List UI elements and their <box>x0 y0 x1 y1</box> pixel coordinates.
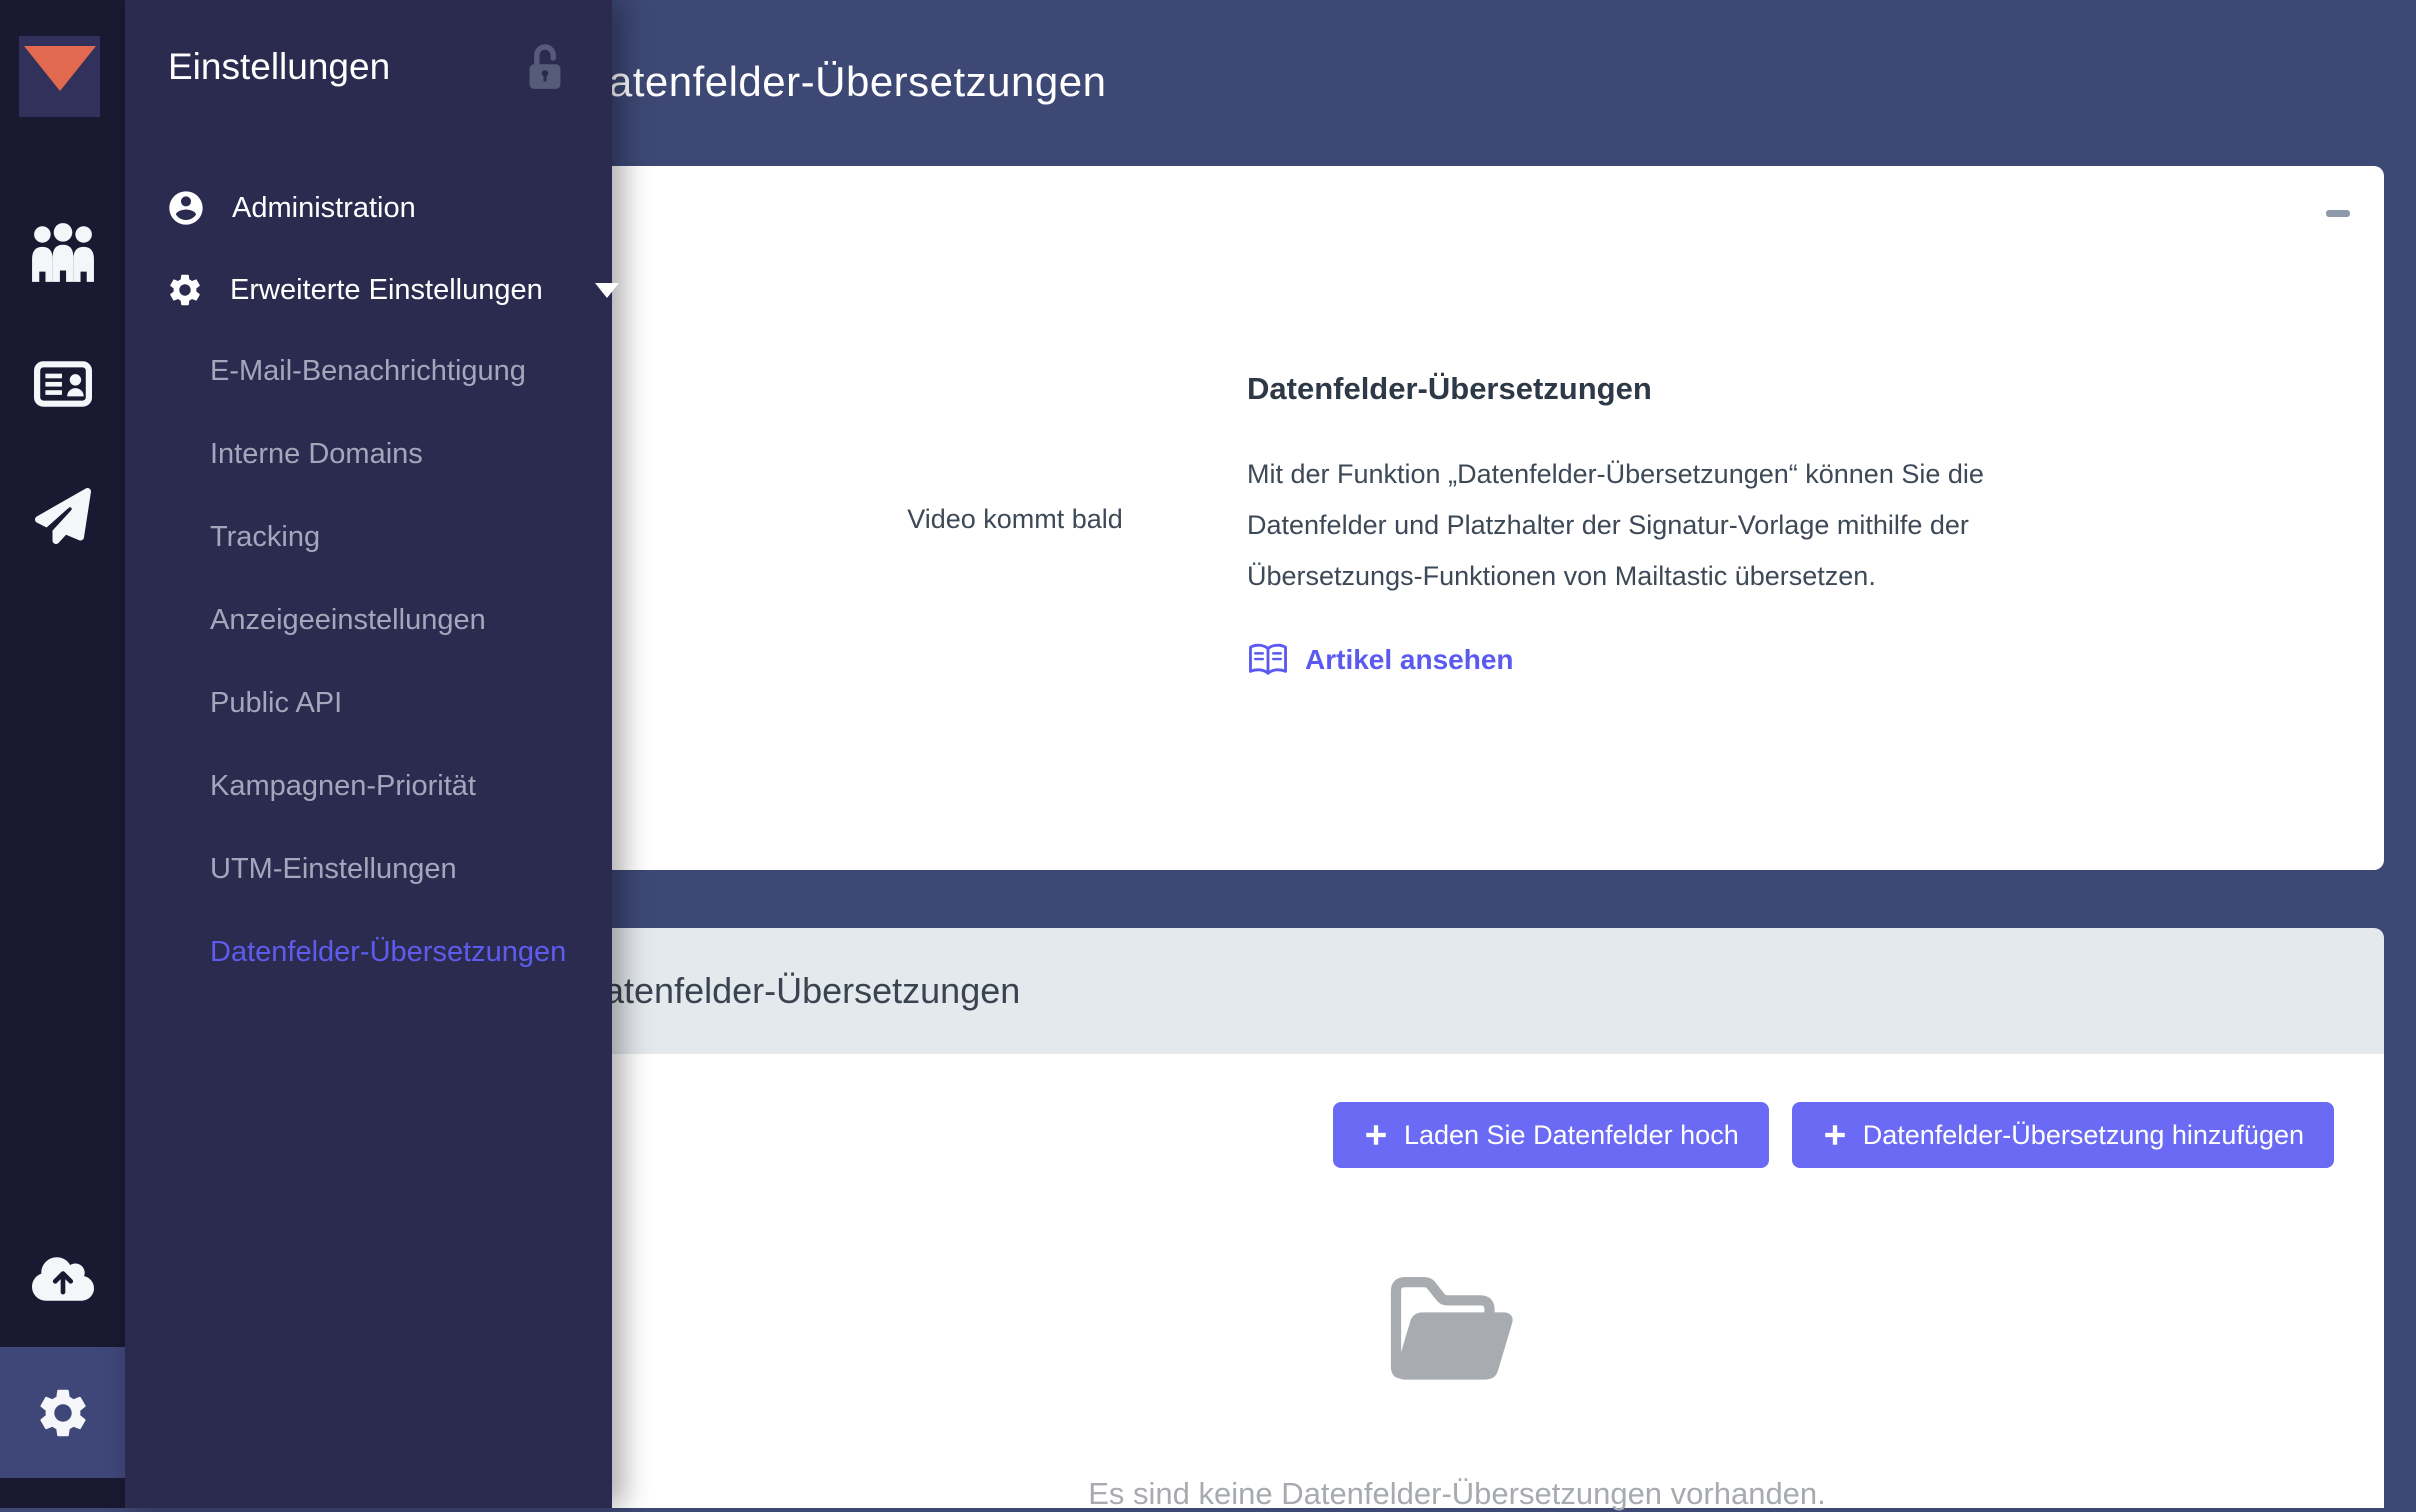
submenu-item-datenfelder-uebersetzungen[interactable]: Datenfelder-Übersetzungen <box>210 911 566 994</box>
chevron-down-icon <box>594 282 619 298</box>
gear-icon <box>34 1384 92 1442</box>
article-link[interactable]: Artikel ansehen <box>1247 642 1514 678</box>
menu-item-advanced-settings[interactable]: Erweiterte Einstellungen <box>166 262 619 318</box>
sidebar-item-upload[interactable] <box>0 1254 125 1304</box>
info-description: Mit der Funktion „Datenfelder-Übersetzun… <box>1247 459 1984 591</box>
info-column: Datenfelder-Übersetzungen Mit der Funkti… <box>1247 371 2127 683</box>
menu-item-label: Erweiterte Einstellungen <box>230 273 543 306</box>
account-circle-icon <box>166 188 206 228</box>
collapse-card-button[interactable] <box>2326 210 2350 217</box>
sidebar-item-campaigns[interactable] <box>0 486 125 546</box>
logo-triangle-icon <box>23 46 96 91</box>
settings-panel: Einstellungen Administration Erweiterte … <box>125 0 619 1508</box>
submenu-item-interne-domains[interactable]: Interne Domains <box>210 413 566 496</box>
submenu-item-tracking[interactable]: Tracking <box>210 496 566 579</box>
sidebar-item-contacts[interactable] <box>0 356 125 412</box>
add-translation-button[interactable]: Datenfelder-Übersetzung hinzufügen <box>1791 1102 2334 1168</box>
paper-plane-icon <box>34 488 91 544</box>
book-open-icon <box>1247 642 1289 678</box>
menu-item-administration[interactable]: Administration <box>166 180 416 236</box>
empty-folder-icon <box>1385 1273 1522 1387</box>
section-title: Datenfelder-Übersetzungen <box>578 970 1021 1011</box>
upload-datafields-button[interactable]: Laden Sie Datenfelder hoch <box>1332 1102 1769 1168</box>
cloud-upload-icon <box>31 1254 94 1304</box>
upload-button-label: Laden Sie Datenfelder hoch <box>1403 1119 1739 1150</box>
gear-small-icon <box>166 271 204 309</box>
sidebar-item-settings-active[interactable] <box>0 1347 125 1478</box>
info-heading: Datenfelder-Übersetzungen <box>1247 371 1652 406</box>
plus-icon <box>1363 1122 1389 1148</box>
advanced-settings-submenu: E-Mail-Benachrichtigung Interne Domains … <box>210 330 566 994</box>
article-link-label: Artikel ansehen <box>1305 644 1514 675</box>
users-group-icon <box>30 223 96 283</box>
menu-item-label: Administration <box>232 191 416 224</box>
submenu-item-utm-einstellungen[interactable]: UTM-Einstellungen <box>210 828 566 911</box>
submenu-item-public-api[interactable]: Public API <box>210 662 566 745</box>
page-title: Datenfelder-Übersetzungen <box>578 58 1107 105</box>
contact-card-icon <box>33 361 92 407</box>
plus-icon <box>1822 1122 1848 1148</box>
section-actions: Laden Sie Datenfelder hoch Datenfelder-Ü… <box>1332 1102 2334 1168</box>
submenu-item-email-benachrichtigung[interactable]: E-Mail-Benachrichtigung <box>210 330 566 413</box>
sidebar-item-users[interactable] <box>0 221 125 285</box>
unlock-icon[interactable] <box>525 42 565 92</box>
empty-state-text: Es sind keine Datenfelder-Übersetzungen … <box>1088 1476 1826 1511</box>
submenu-item-anzeigeeinstellungen[interactable]: Anzeigeeinstellungen <box>210 579 566 662</box>
submenu-item-kampagnen-prioritaet[interactable]: Kampagnen-Priorität <box>210 745 566 828</box>
icon-rail <box>0 0 125 1508</box>
panel-title: Einstellungen <box>168 46 391 87</box>
app-logo[interactable] <box>19 36 100 117</box>
add-button-label: Datenfelder-Übersetzung hinzufügen <box>1862 1119 2304 1150</box>
video-placeholder: Video kommt bald <box>907 504 1123 534</box>
